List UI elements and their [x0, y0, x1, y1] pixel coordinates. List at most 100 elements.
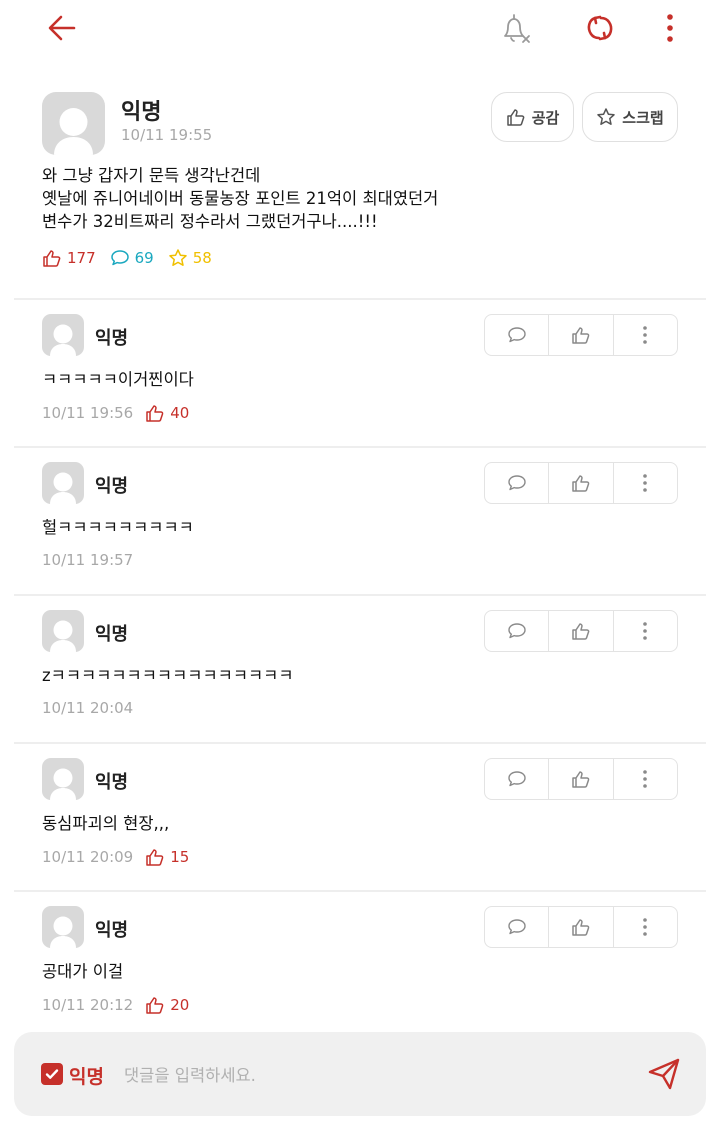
like-button-label: 공감	[531, 108, 560, 127]
thumbs-up-icon	[572, 327, 590, 344]
anonymous-checkbox[interactable]	[41, 1063, 63, 1085]
thumbs-up-icon	[146, 405, 164, 422]
comment-author: 익명	[95, 328, 129, 349]
speech-bubble-icon	[110, 250, 129, 266]
comment-actions	[484, 758, 678, 800]
comment-text: ㅋㅋㅋㅋㅋ이거찐이다	[42, 370, 194, 389]
comment-author: 익명	[95, 920, 129, 941]
scrap-post-button[interactable]: 스크랩	[582, 92, 678, 142]
comment-like-count: 15	[145, 847, 189, 867]
more-options-button[interactable]	[648, 8, 692, 48]
comment-meta: 10/11 19:56 40	[42, 403, 189, 423]
comment-actions	[484, 610, 678, 652]
comment-time: 10/11 19:56	[42, 404, 134, 422]
comment-more-button[interactable]	[612, 463, 677, 503]
thumbs-up-icon	[572, 919, 590, 936]
default-avatar-icon	[54, 108, 93, 155]
more-vertical-icon	[667, 14, 673, 42]
thumbs-up-icon	[572, 771, 590, 788]
post-stats: 177 69 58	[42, 248, 226, 268]
comment-like-value: 20	[170, 996, 190, 1014]
comment-author: 익명	[95, 772, 129, 793]
like-comment-button[interactable]	[548, 611, 612, 651]
notification-toggle-button[interactable]	[493, 8, 537, 48]
comment-more-button[interactable]	[612, 907, 677, 947]
avatar	[42, 462, 84, 504]
comment-meta: 10/11 19:57	[42, 551, 133, 569]
comment-input[interactable]	[124, 1060, 604, 1090]
reply-button[interactable]	[485, 463, 548, 503]
thumbs-up-icon	[43, 250, 61, 267]
speech-bubble-icon	[507, 919, 526, 935]
comment-time: 10/11 20:12	[42, 996, 134, 1014]
comment-like-count: 40	[145, 403, 189, 423]
comment-time: 10/11 20:09	[42, 848, 134, 866]
comment-more-button[interactable]	[612, 611, 677, 651]
post-comment-count: 69	[110, 248, 154, 268]
comment-actions	[484, 906, 678, 948]
default-avatar-icon	[50, 620, 76, 652]
thumbs-up-icon	[506, 109, 525, 126]
default-avatar-icon	[50, 324, 76, 356]
more-vertical-icon	[643, 918, 648, 936]
default-avatar-icon	[50, 768, 76, 800]
send-icon	[648, 1058, 680, 1090]
comment-more-button[interactable]	[612, 315, 677, 355]
comment-more-button[interactable]	[612, 759, 677, 799]
comment-actions	[484, 314, 678, 356]
comment-author: 익명	[95, 624, 129, 645]
more-vertical-icon	[643, 622, 648, 640]
thumbs-up-icon	[572, 475, 590, 492]
avatar	[42, 906, 84, 948]
comment-input-bar: 익명	[14, 1032, 706, 1116]
reply-button[interactable]	[485, 907, 548, 947]
comment-like-value: 15	[170, 848, 190, 866]
avatar	[42, 610, 84, 652]
speech-bubble-icon	[507, 327, 526, 343]
like-comment-button[interactable]	[548, 759, 612, 799]
comment-divider	[14, 890, 706, 892]
avatar	[42, 758, 84, 800]
reply-button[interactable]	[485, 611, 548, 651]
comment-divider	[14, 298, 706, 300]
comment-text: zㅋㅋㅋㅋㅋㅋㅋㅋㅋㅋㅋㅋㅋㅋㅋㅋ	[42, 666, 294, 685]
post-time: 10/11 19:55	[121, 126, 213, 144]
avatar	[42, 314, 84, 356]
reply-button[interactable]	[485, 315, 548, 355]
comment-text: 공대가 이걸	[42, 962, 124, 981]
reply-button[interactable]	[485, 759, 548, 799]
comment-text: 동심파괴의 현장,,,	[42, 814, 170, 833]
bell-off-icon	[504, 14, 530, 43]
comment-text: 헐ㅋㅋㅋㅋㅋㅋㅋㅋㅋ	[42, 518, 194, 537]
comment-like-count: 20	[145, 995, 189, 1015]
more-vertical-icon	[643, 770, 648, 788]
comment-like-value: 40	[170, 404, 190, 422]
more-vertical-icon	[643, 474, 648, 492]
like-comment-button[interactable]	[548, 463, 612, 503]
comment-meta: 10/11 20:09 15	[42, 847, 189, 867]
scrap-button-label: 스크랩	[622, 108, 664, 127]
comment-divider	[14, 594, 706, 596]
send-comment-button[interactable]	[642, 1054, 686, 1094]
comment-item: 익명동심파괴의 현장,,, 10/11 20:09 15	[42, 758, 678, 888]
like-post-button[interactable]: 공감	[491, 92, 574, 142]
comment-actions	[484, 462, 678, 504]
comment-time: 10/11 20:04	[42, 699, 134, 717]
arrow-left-icon	[48, 15, 76, 41]
back-button[interactable]	[40, 8, 84, 48]
speech-bubble-icon	[507, 475, 526, 491]
anonymous-label[interactable]: 익명	[69, 1062, 104, 1089]
comment-item: 익명공대가 이걸 10/11 20:12 20	[42, 906, 678, 1036]
refresh-button[interactable]	[578, 8, 622, 48]
post-scrap-count: 58	[168, 248, 212, 268]
comment-item: 익명 ㅋㅋㅋㅋㅋ이거찐이다 10/11 19:56 40	[42, 314, 678, 444]
thumbs-up-icon	[146, 849, 164, 866]
top-bar	[0, 0, 720, 60]
default-avatar-icon	[50, 916, 76, 948]
star-icon	[597, 108, 616, 125]
comment-meta: 10/11 20:12 20	[42, 995, 189, 1015]
like-comment-button[interactable]	[548, 907, 612, 947]
thumbs-up-icon	[146, 997, 164, 1014]
like-comment-button[interactable]	[548, 315, 612, 355]
refresh-icon	[587, 15, 613, 41]
